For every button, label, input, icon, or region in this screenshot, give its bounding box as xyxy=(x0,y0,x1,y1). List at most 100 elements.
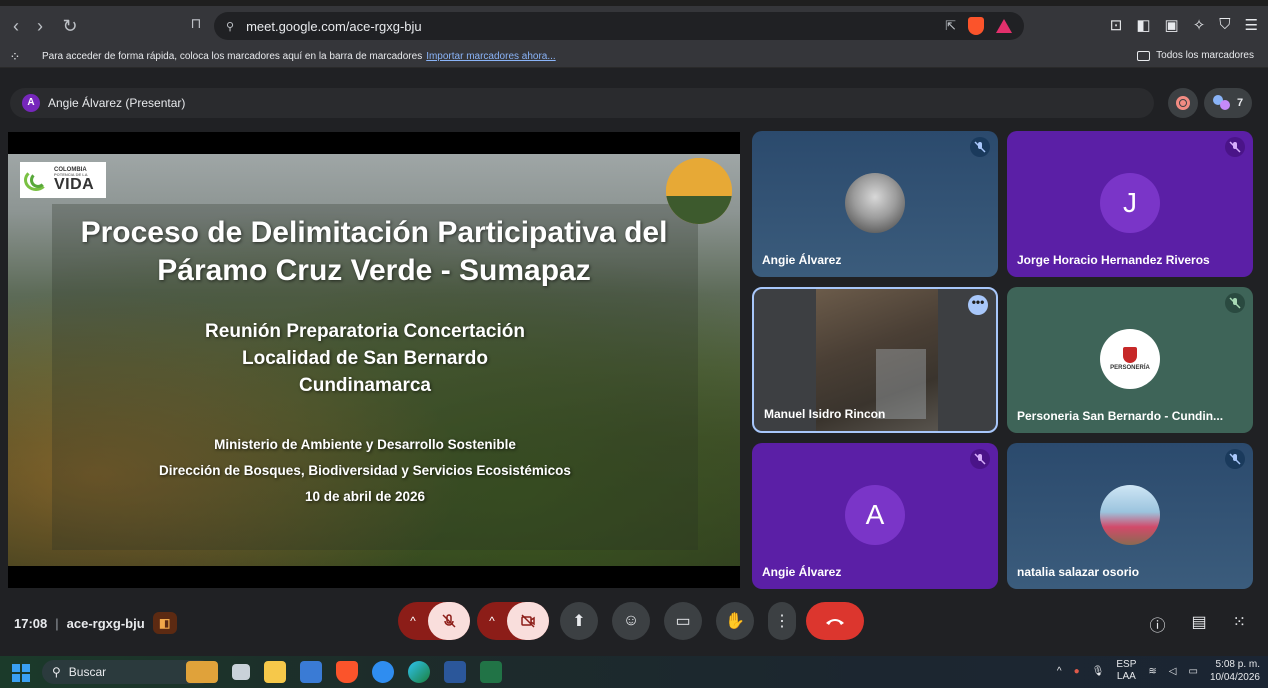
audio-options-chevron-icon[interactable]: ^ xyxy=(398,602,428,640)
captions-group: ▭ xyxy=(664,602,702,640)
chrome-icon[interactable] xyxy=(372,661,394,683)
clock[interactable]: 5:08 p. m. 10/04/2026 xyxy=(1210,658,1260,684)
participant-name: natalia salazar osorio xyxy=(1017,565,1140,579)
avatar: J xyxy=(1100,173,1160,233)
security-icon[interactable]: ● xyxy=(1074,666,1080,677)
battery-icon[interactable]: ▭ xyxy=(1188,666,1197,677)
swoosh-icon xyxy=(24,167,50,193)
presenter-bar[interactable]: A Angie Álvarez (Presentar) xyxy=(10,88,1154,118)
slide-subtitle-line-2: Localidad de San Bernardo xyxy=(242,348,488,369)
participant-tile[interactable]: J Jorge Horacio Hernandez Riveros xyxy=(1007,131,1253,277)
reload-icon[interactable]: ↻ xyxy=(58,16,82,37)
language-line-2: LAA xyxy=(1116,671,1136,682)
search-icon: ⚲ xyxy=(52,665,61,679)
participant-count: 7 xyxy=(1236,97,1244,109)
forward-icon[interactable]: › xyxy=(28,16,52,37)
folder-icon xyxy=(1137,50,1151,61)
raise-hand-group: ✋ xyxy=(716,602,754,640)
leo-icon[interactable]: ✧ xyxy=(1193,16,1206,34)
word-icon[interactable] xyxy=(444,661,466,683)
avatar: A xyxy=(22,94,40,112)
meeting-controls: 17:08 | ace-rgxg-bju ◧ ^ ^ ⬆ ☺ ▭ ✋ ⋮ ⓘ ▤ xyxy=(0,596,1268,648)
mic-off-icon xyxy=(970,137,990,157)
brave-shields-icon[interactable] xyxy=(968,17,984,35)
language-line-1: ESP xyxy=(1116,659,1137,670)
share-icon[interactable]: ⇱ xyxy=(945,18,956,34)
tray-overflow-icon[interactable]: ^ xyxy=(1057,666,1062,677)
excel-icon[interactable] xyxy=(480,661,502,683)
chat-icon[interactable]: ▤ xyxy=(1191,612,1206,636)
brave-rewards-icon[interactable] xyxy=(996,19,1012,33)
meeting-info: 17:08 | ace-rgxg-bju ◧ xyxy=(14,612,177,634)
participant-tile[interactable]: ••• Manuel Isidro Rincon xyxy=(752,287,998,433)
more-group: ⋮ xyxy=(768,602,796,640)
vpn-icon[interactable]: ⛉ xyxy=(1219,16,1230,34)
slide-subtitle-line-1: Reunión Preparatoria Concertación xyxy=(205,321,525,342)
participant-name: Jorge Horacio Hernandez Riveros xyxy=(1017,253,1210,267)
microphone-icon[interactable]: 🎙 xyxy=(1092,666,1105,677)
camera-off-icon xyxy=(521,614,535,628)
recording-button[interactable] xyxy=(1168,88,1198,118)
volume-icon[interactable]: ◁ xyxy=(1169,666,1177,677)
slide-date: 10 de abril de 2026 xyxy=(304,489,426,504)
participant-tile[interactable]: natalia salazar osorio xyxy=(1007,443,1253,589)
personeria-logo-text: PERSONERÍA xyxy=(1110,365,1150,371)
slide-institution-line-1: Ministerio de Ambiente y Desarrollo Sost… xyxy=(214,437,516,452)
edge-icon[interactable] xyxy=(408,661,430,683)
sidebar-icon[interactable]: ◧ xyxy=(1136,16,1150,34)
site-settings-icon[interactable]: ⚲ xyxy=(226,20,234,33)
menu-icon[interactable]: ☰ xyxy=(1245,16,1258,34)
participant-photo xyxy=(1100,485,1160,545)
brave-browser-icon[interactable] xyxy=(336,661,358,683)
leave-call-button[interactable] xyxy=(806,602,864,640)
reactions-group: ☺ xyxy=(612,602,650,640)
search-label: Buscar xyxy=(68,665,107,679)
slide-subtitle: Reunión Preparatoria Concertación Locali… xyxy=(8,318,722,399)
logo-line-3: VIDA xyxy=(54,176,95,193)
all-bookmarks-button[interactable]: Todos los marcadores xyxy=(1137,50,1254,61)
apps-icon[interactable]: ⁘ xyxy=(0,49,30,65)
participants-avatars-icon xyxy=(1212,95,1231,111)
meeting-code: ace-rgxg-bju xyxy=(66,615,145,631)
more-options-icon[interactable]: ⋮ xyxy=(768,602,796,640)
participant-tile[interactable]: A Angie Álvarez xyxy=(752,443,998,589)
task-view-icon[interactable] xyxy=(232,664,250,680)
info-icon[interactable]: ⓘ xyxy=(1149,612,1165,636)
participant-name: Angie Álvarez xyxy=(762,565,842,579)
camera-off-button[interactable] xyxy=(507,602,549,640)
language-indicator[interactable]: ESP LAA xyxy=(1116,659,1136,683)
wifi-icon[interactable]: ≋ xyxy=(1148,666,1156,677)
more-options-icon[interactable]: ••• xyxy=(968,295,988,315)
meeting-badge-icon[interactable]: ◧ xyxy=(152,612,177,634)
widget-icon[interactable] xyxy=(186,661,218,683)
video-options-chevron-icon[interactable]: ^ xyxy=(477,602,507,640)
import-bookmarks-link[interactable]: Importar marcadores ahora... xyxy=(426,51,556,62)
wallet-icon[interactable]: ▣ xyxy=(1165,16,1179,34)
mic-off-button[interactable] xyxy=(428,602,470,640)
side-panel-buttons: ⓘ ▤ ⁙ xyxy=(1149,612,1246,636)
captions-icon[interactable]: ▭ xyxy=(664,602,702,640)
present-screen-button[interactable]: ⬆ xyxy=(560,602,598,640)
clock-time: 5:08 p. m. xyxy=(1215,659,1260,670)
raise-hand-icon[interactable]: ✋ xyxy=(716,602,754,640)
participant-tile[interactable]: PERSONERÍA Personeria San Bernardo - Cun… xyxy=(1007,287,1253,433)
emoji-icon[interactable]: ☺ xyxy=(612,602,650,640)
activities-icon[interactable]: ⁙ xyxy=(1233,612,1246,636)
file-explorer-icon[interactable] xyxy=(264,661,286,683)
address-bar[interactable]: ⚲ meet.google.com/ace-rgxg-bju ⇱ xyxy=(214,12,1024,40)
windows-start-icon[interactable] xyxy=(12,664,30,682)
mic-off-icon xyxy=(970,449,990,469)
bookmark-page-icon[interactable]: ⊓ xyxy=(184,15,208,32)
present-group: ⬆ xyxy=(560,602,598,640)
tab-search-icon[interactable]: ⊡ xyxy=(1110,16,1123,34)
participant-tile[interactable]: Angie Álvarez xyxy=(752,131,998,277)
store-icon[interactable] xyxy=(300,661,322,683)
url-text: meet.google.com/ace-rgxg-bju xyxy=(246,18,422,34)
participant-photo xyxy=(845,173,905,233)
avatar: A xyxy=(845,485,905,545)
back-icon[interactable]: ‹ xyxy=(4,16,28,37)
participant-name: Angie Álvarez xyxy=(762,253,842,267)
browser-toolbar: ‹ › ↻ ⊓ ⚲ meet.google.com/ace-rgxg-bju ⇱… xyxy=(0,6,1268,46)
separator: | xyxy=(55,615,59,631)
participants-button[interactable]: 7 xyxy=(1204,88,1252,118)
